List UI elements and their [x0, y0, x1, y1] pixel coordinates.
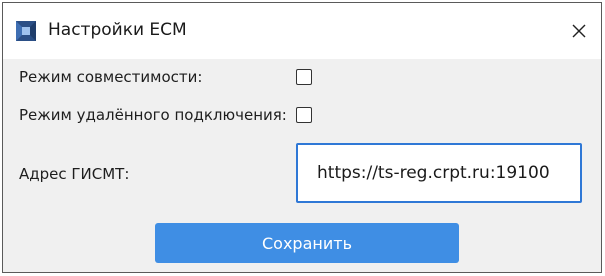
- window-title: Настройки ECM: [48, 20, 187, 40]
- ecm-app-icon: [15, 20, 37, 42]
- compat-mode-label: Режим совместимости:: [19, 68, 203, 86]
- settings-dialog: Настройки ECM Режим совместимости: Режим…: [2, 2, 602, 273]
- title-bar: Настройки ECM: [3, 3, 601, 59]
- close-icon: [572, 24, 586, 38]
- close-button[interactable]: [561, 13, 597, 49]
- address-input[interactable]: [296, 143, 582, 203]
- save-button[interactable]: Сохранить: [155, 223, 459, 263]
- address-label: Адрес ГИСМТ:: [19, 165, 130, 183]
- remote-mode-label: Режим удалённого подключения:: [19, 106, 287, 124]
- remote-mode-checkbox[interactable]: [296, 107, 312, 123]
- compat-mode-checkbox[interactable]: [296, 69, 312, 85]
